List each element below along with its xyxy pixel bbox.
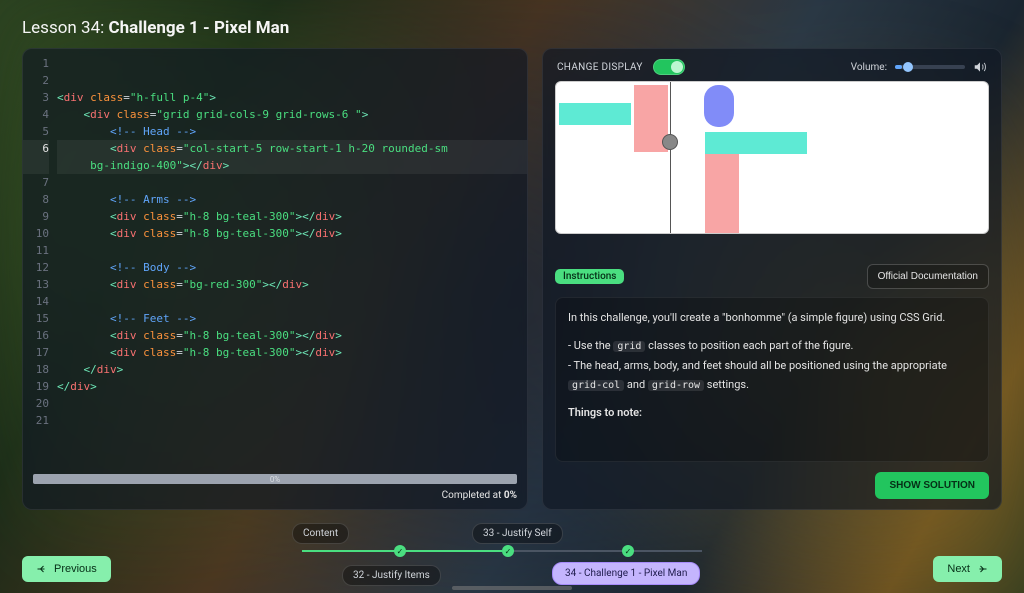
lesson-timeline: Previous Content 32 - Justify Items 33 -… — [22, 520, 1002, 590]
preview-divider — [670, 82, 671, 233]
arrow-left-icon — [36, 563, 48, 575]
timeline-node[interactable] — [394, 545, 406, 557]
volume-label: Volume: — [851, 62, 887, 73]
arrow-right-icon — [976, 563, 988, 575]
volume-slider[interactable] — [895, 65, 965, 69]
timeline-item-content[interactable]: Content — [292, 523, 349, 544]
preview-resize-handle[interactable] — [662, 134, 678, 150]
next-button[interactable]: Next — [933, 556, 1002, 582]
speaker-icon[interactable] — [973, 60, 987, 74]
instructions-body: In this challenge, you'll create a "bonh… — [555, 297, 989, 462]
timeline-node[interactable] — [622, 545, 634, 557]
preview-body — [705, 154, 739, 234]
previous-button[interactable]: Previous — [22, 556, 111, 582]
progress-percent: 0% — [270, 475, 280, 484]
preview-arm — [705, 132, 807, 154]
instructions-badge: Instructions — [555, 269, 624, 284]
progress-bar: 0% — [33, 474, 517, 484]
show-solution-button[interactable]: SHOW SOLUTION — [875, 472, 989, 499]
official-docs-button[interactable]: Official Documentation — [867, 264, 989, 289]
timeline-item-current[interactable]: 34 - Challenge 1 - Pixel Man — [552, 562, 700, 585]
code-editor-panel: 123456789101112131415161718192021 <div c… — [22, 48, 528, 510]
timeline-item-justify-items[interactable]: 32 - Justify Items — [342, 565, 441, 586]
change-display-label: CHANGE DISPLAY — [557, 62, 643, 73]
output-preview — [555, 81, 989, 234]
lesson-title: Lesson 34: Challenge 1 - Pixel Man — [22, 18, 1002, 38]
preview-head — [704, 85, 734, 127]
os-home-indicator — [452, 586, 572, 590]
preview-arm — [559, 103, 631, 125]
change-display-toggle[interactable] — [653, 59, 685, 75]
preview-panel: CHANGE DISPLAY Volume: — [542, 48, 1002, 510]
completed-text: Completed at 0% — [33, 490, 517, 501]
code-editor[interactable]: 123456789101112131415161718192021 <div c… — [23, 49, 527, 474]
timeline-node[interactable] — [502, 545, 514, 557]
timeline-item-justify-self[interactable]: 33 - Justify Self — [472, 523, 563, 544]
